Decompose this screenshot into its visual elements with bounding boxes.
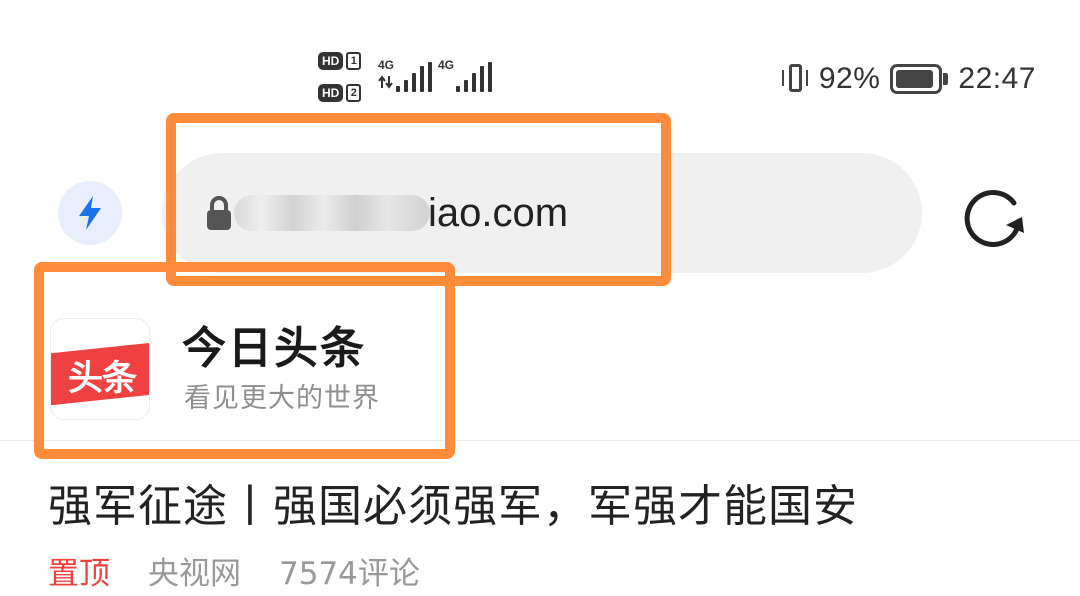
article-headline[interactable]: 强军征途丨强国必须强军，军强才能国安 (48, 470, 858, 534)
data-arrows-icon (378, 75, 393, 89)
sim1-number: 1 (346, 52, 362, 70)
refresh-button[interactable] (962, 181, 1028, 247)
article-meta: 置顶 央视网 7574评论 (48, 548, 420, 593)
hd-badge: HD (318, 84, 344, 102)
sim2-row: HD 2 (318, 84, 362, 102)
browser-page: HD 1 HD 2 4G 4G 92% 22:47 iao.com 头条 今日头… (0, 0, 1080, 596)
dual-sim-indicator: HD 1 HD 2 (318, 52, 370, 108)
url-highlight-box (166, 113, 671, 286)
signal-bars (396, 62, 432, 92)
signal-bars (456, 62, 492, 92)
clock: 22:47 (958, 62, 1036, 95)
site-header-highlight-box (34, 262, 455, 459)
refresh-icon (964, 190, 1024, 247)
status-bar: HD 1 HD 2 4G 4G 92% 22:47 (0, 0, 1080, 110)
vibrate-icon (781, 62, 809, 96)
bolt-icon (79, 196, 101, 230)
system-status-group: 92% 22:47 (781, 56, 1036, 102)
pinned-tag: 置顶 (48, 556, 110, 592)
battery-percentage: 92% (818, 62, 881, 95)
network-type-label: 4G (438, 58, 455, 72)
quick-action-button[interactable] (58, 181, 122, 245)
network-type-label: 4G (378, 58, 395, 72)
sim1-row: HD 1 (318, 52, 362, 70)
battery-icon (890, 64, 949, 94)
hd-badge: HD (318, 52, 344, 70)
article-source[interactable]: 央视网 (148, 548, 241, 593)
comment-count[interactable]: 7574评论 (279, 548, 420, 593)
sim2-number: 2 (346, 84, 362, 102)
